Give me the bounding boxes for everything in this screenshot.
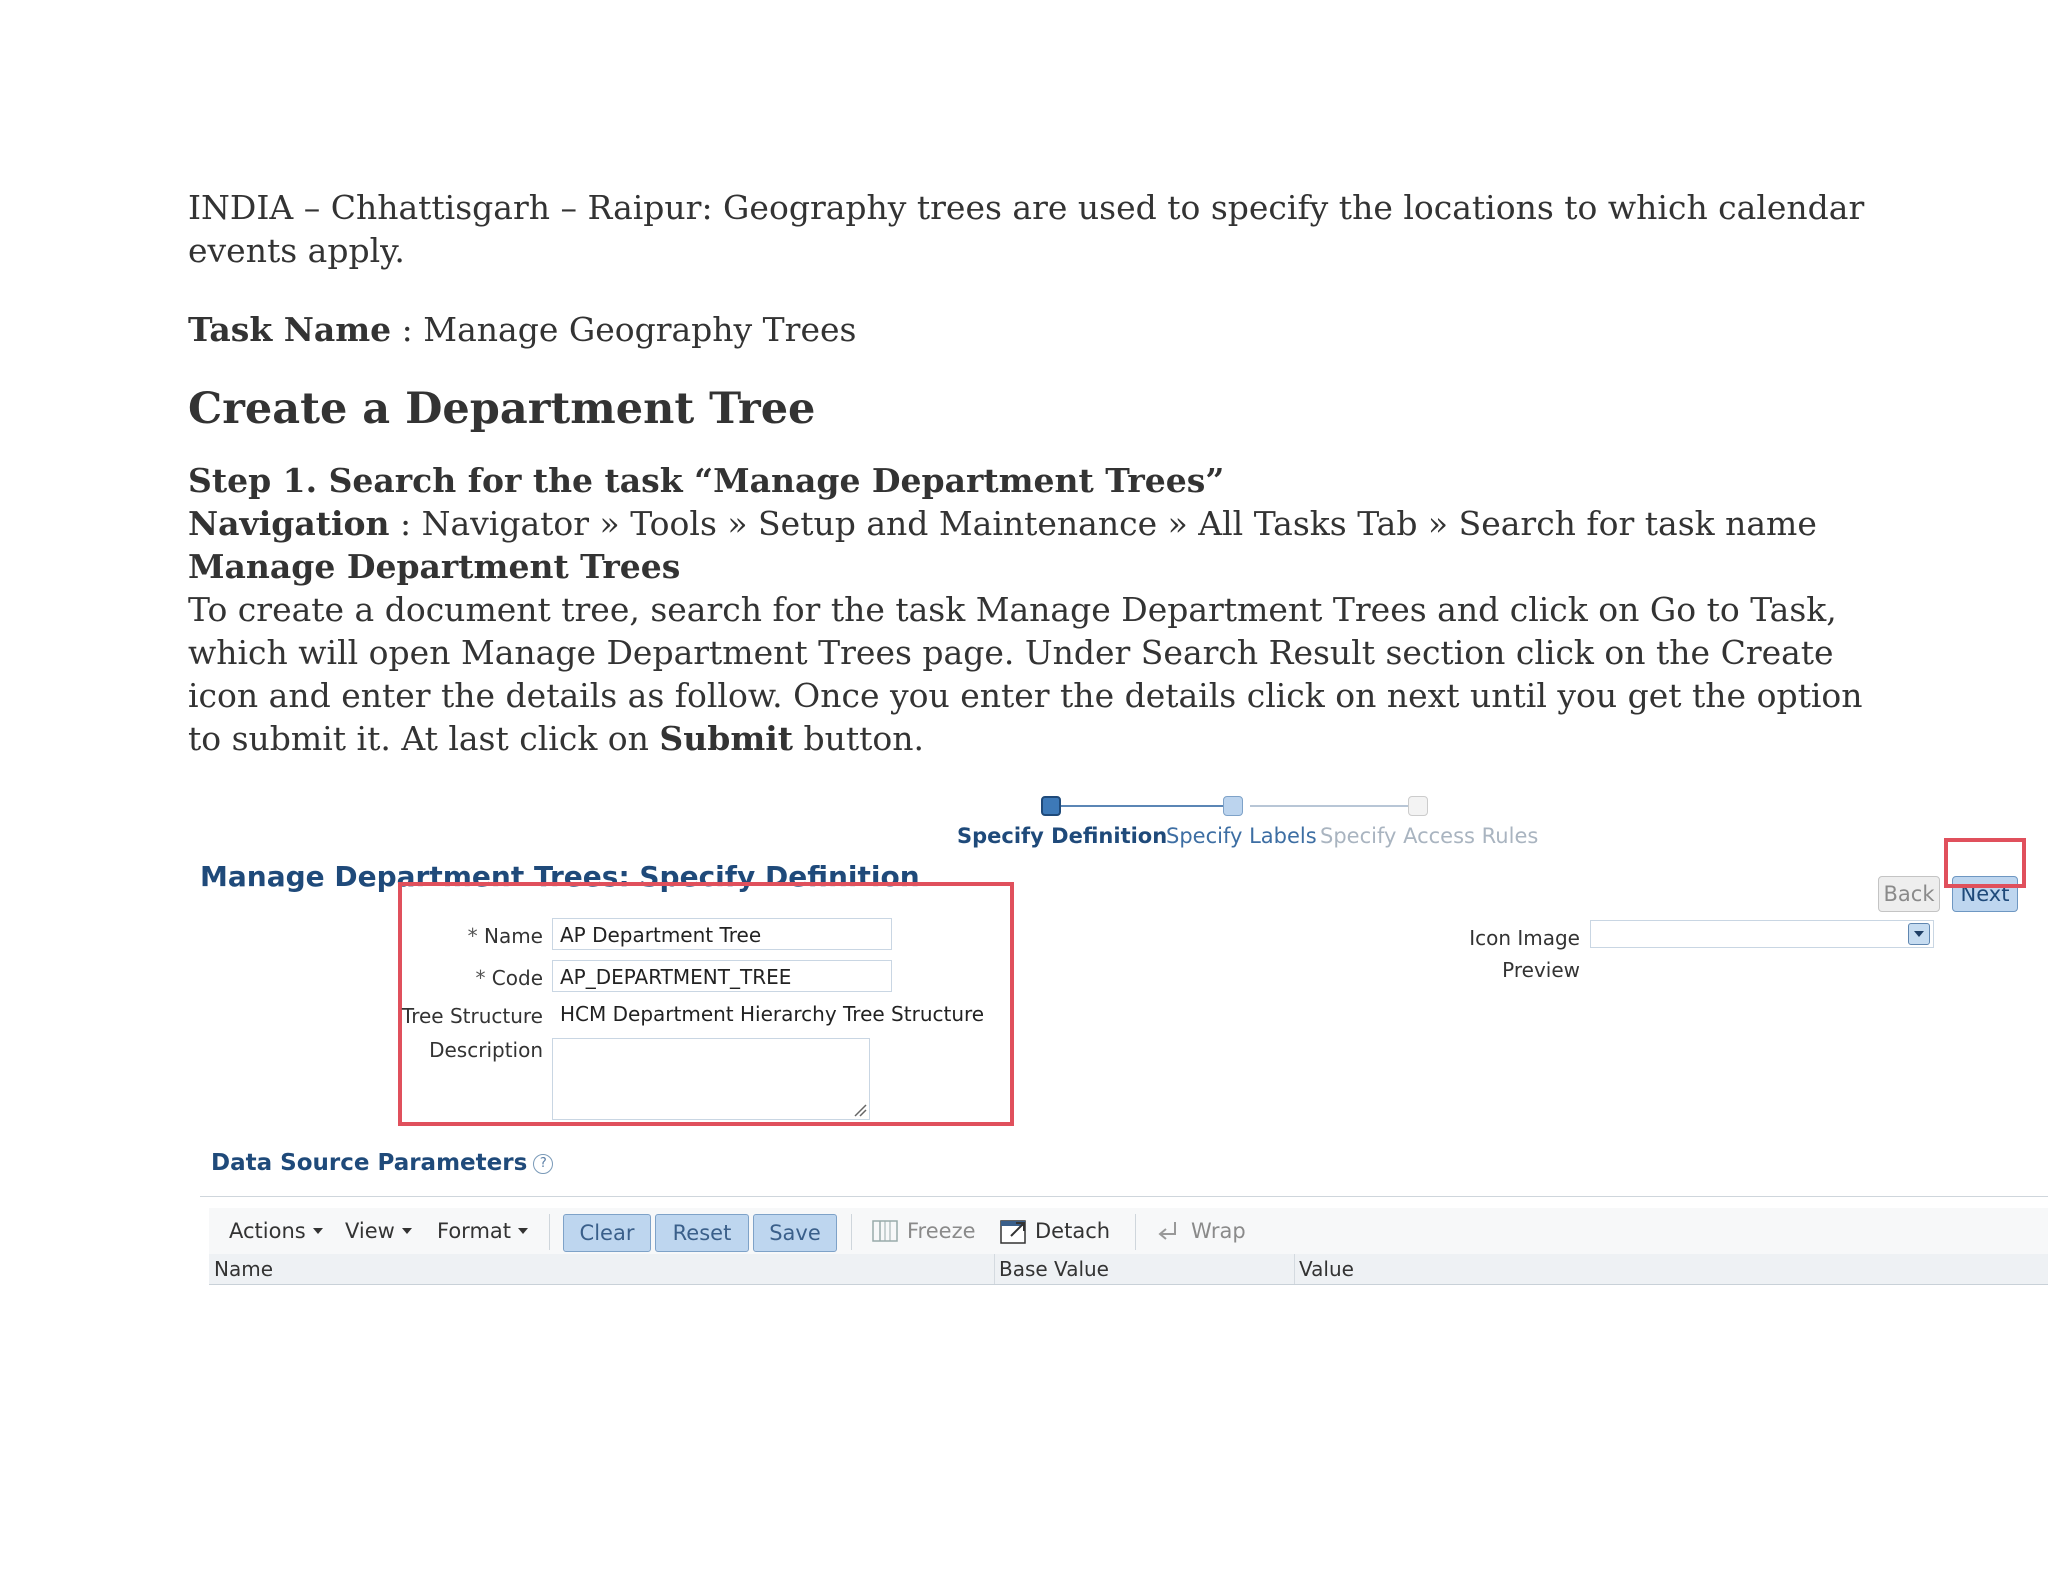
name-label-text: Name [483, 924, 543, 948]
intro-paragraph: INDIA – Chhattisgarh – Raipur: Geography… [188, 188, 1865, 270]
detach-icon [1000, 1220, 1026, 1244]
format-menu-label: Format [437, 1219, 512, 1243]
task-name-line: Task Name : Manage Geography Trees [188, 308, 1888, 351]
document-body: INDIA – Chhattisgarh – Raipur: Geography… [188, 186, 1888, 760]
table-header: Name Base Value Value [209, 1254, 2048, 1285]
detach-button[interactable]: Detach [999, 1208, 1110, 1254]
freeze-label: Freeze [907, 1219, 976, 1243]
navigation-label: Navigation [188, 504, 390, 543]
chevron-down-icon [401, 1228, 412, 1234]
data-source-parameters-heading: Data Source Parameters? [211, 1150, 554, 1176]
train-connector-2 [1250, 805, 1410, 807]
view-menu-label: View [345, 1219, 395, 1243]
next-highlight-box [1944, 838, 2026, 888]
instructions-submit: Submit [659, 719, 794, 758]
train-step-1-marker[interactable] [1041, 796, 1061, 816]
freeze-button[interactable]: Freeze [871, 1208, 976, 1254]
save-button[interactable]: Save [753, 1214, 837, 1252]
view-menu[interactable]: View [345, 1208, 412, 1254]
toolbar-separator [549, 1214, 550, 1250]
chevron-down-icon [312, 1228, 323, 1234]
column-header-value[interactable]: Value [1299, 1257, 1354, 1281]
clear-button[interactable]: Clear [563, 1214, 651, 1252]
section-divider [200, 1196, 2048, 1197]
actions-menu-label: Actions [229, 1219, 306, 1243]
instructions-paragraph: To create a document tree, search for th… [188, 588, 1888, 760]
train-step-2-marker[interactable] [1223, 796, 1243, 816]
wrap-icon [1158, 1222, 1176, 1240]
wrap-button[interactable]: Wrap [1155, 1208, 1246, 1254]
description-label: Description [429, 1038, 543, 1062]
train-step-3-label[interactable]: Specify Access Rules [1320, 824, 1538, 848]
column-separator [994, 1254, 995, 1284]
chevron-down-icon [518, 1228, 529, 1234]
code-input[interactable]: AP_DEPARTMENT_TREE [552, 960, 892, 992]
help-icon[interactable]: ? [533, 1153, 554, 1174]
navigation-line: Navigation : Navigator » Tools » Setup a… [188, 502, 1888, 588]
freeze-icon [872, 1220, 898, 1242]
column-header-base-value[interactable]: Base Value [999, 1257, 1109, 1281]
data-source-title: Data Source Parameters [211, 1150, 528, 1176]
preview-label: Preview [1502, 958, 1580, 982]
format-menu[interactable]: Format [437, 1208, 529, 1254]
tree-structure-value: HCM Department Hierarchy Tree Structure [560, 1002, 985, 1026]
detach-label: Detach [1035, 1219, 1111, 1243]
name-input[interactable]: AP Department Tree [552, 918, 892, 950]
step-1-heading: Step 1. Search for the task “Manage Depa… [188, 461, 1225, 500]
column-separator [1294, 1254, 1295, 1284]
app-screenshot: Specify Definition Specify Labels Specif… [0, 780, 2048, 1300]
train-step-1-label[interactable]: Specify Definition [957, 824, 1167, 848]
name-label: * Name [468, 924, 543, 948]
chevron-down-icon[interactable] [1908, 923, 1930, 945]
task-name-value: Manage Geography Trees [423, 310, 857, 349]
train-step-3-marker[interactable] [1408, 796, 1428, 816]
code-label-text: Code [491, 966, 543, 990]
tree-structure-label: Tree Structure [401, 1004, 543, 1028]
table-toolbar: Actions View Format Clear Reset Save Fre… [209, 1208, 2048, 1254]
navigation-path: : Navigator » Tools » Setup and Maintena… [389, 504, 1817, 543]
task-name-label: Task Name [188, 310, 392, 349]
icon-image-label: Icon Image [1469, 926, 1580, 950]
actions-menu[interactable]: Actions [229, 1208, 323, 1254]
train-step-2-label[interactable]: Specify Labels [1166, 824, 1317, 848]
icon-image-select[interactable] [1590, 920, 1934, 948]
description-textarea[interactable] [552, 1038, 870, 1120]
resize-grip-icon[interactable] [853, 1103, 867, 1117]
required-mark: * [475, 966, 486, 990]
back-button[interactable]: Back [1878, 876, 1940, 912]
column-header-name[interactable]: Name [214, 1257, 273, 1281]
reset-button[interactable]: Reset [655, 1214, 749, 1252]
wrap-label: Wrap [1191, 1219, 1246, 1243]
toolbar-separator [851, 1214, 852, 1250]
task-name-sep: : [391, 310, 424, 349]
required-mark: * [467, 924, 478, 948]
code-label: * Code [475, 966, 543, 990]
instructions-end: button. [793, 719, 925, 758]
instructions-text: To create a document tree, search for th… [188, 590, 1863, 758]
train-connector-1 [1060, 805, 1230, 807]
toolbar-separator [1135, 1214, 1136, 1250]
section-heading: Create a Department Tree [188, 384, 816, 434]
navigation-task: Manage Department Trees [188, 547, 681, 586]
